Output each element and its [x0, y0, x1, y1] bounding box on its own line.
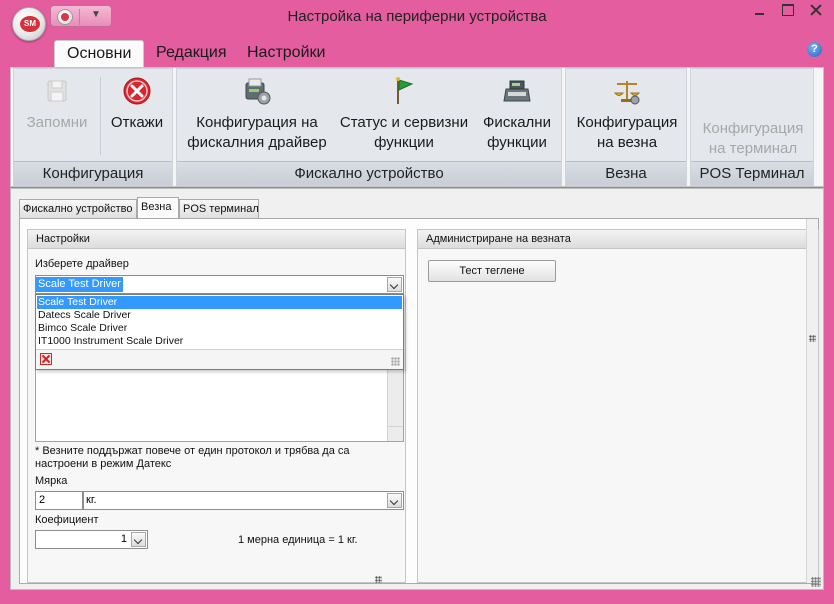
- group-configuration-label: Конфигурация: [14, 161, 172, 185]
- separator: [100, 77, 101, 155]
- fiscal-driver-config-label: Конфигурация на фискалния драйвер: [187, 114, 327, 151]
- tab-fiscal-device[interactable]: Фискално устройство: [19, 199, 137, 219]
- scale-tab-body: Настройки Изберете драйвер Scale Test Dr…: [19, 218, 819, 584]
- minimize-icon[interactable]: [754, 4, 766, 16]
- cancel-x-icon: [123, 77, 151, 105]
- status-service-button[interactable]: Статус и сервизни функции: [337, 75, 471, 153]
- driver-dropdown-list: Scale Test Driver Datecs Scale Driver Bi…: [35, 294, 404, 370]
- settings-panel: Настройки Изберете драйвер Scale Test Dr…: [27, 229, 406, 583]
- tab-scale[interactable]: Везна: [137, 197, 179, 219]
- content-area: Фискално устройство Везна POS терминал Н…: [10, 188, 824, 590]
- test-weighing-button[interactable]: Тест теглене: [428, 260, 556, 282]
- unit-equivalence-note: 1 мерна единица = 1 кг.: [238, 534, 358, 546]
- coefficient-value: 1: [120, 533, 127, 545]
- balance-scale-icon: [613, 81, 641, 105]
- green-flag-icon: [396, 77, 414, 104]
- fiscal-functions-button[interactable]: Фискални функции: [475, 75, 559, 153]
- measure-unit-select[interactable]: кг.: [83, 491, 404, 510]
- chevron-down-icon[interactable]: [131, 532, 146, 547]
- driver-label: Изберете драйвер: [35, 258, 129, 270]
- terminal-config-button[interactable]: Конфигурация на терминал: [695, 119, 811, 159]
- scale-config-button[interactable]: Конфигурация на везна: [570, 75, 684, 153]
- window-title: Настройка на периферни устройства: [287, 8, 547, 25]
- cash-register-icon: [503, 80, 531, 102]
- help-icon[interactable]: ?: [807, 42, 822, 57]
- tab-settings[interactable]: Настройки: [235, 40, 337, 68]
- chevron-down-icon[interactable]: [387, 493, 402, 508]
- coefficient-spin-button[interactable]: [131, 532, 146, 547]
- fiscal-functions-label: Фискални функции: [483, 114, 551, 151]
- group-configuration: Запомни Откажи Конфигурация: [13, 68, 173, 186]
- driver-select[interactable]: Scale Test Driver: [35, 275, 404, 294]
- content-scrollbar[interactable]: [806, 219, 818, 583]
- protocol-note: * Везните поддържат повече от един прото…: [35, 445, 350, 470]
- save-button[interactable]: Запомни: [20, 75, 94, 133]
- app-logo: SM: [20, 16, 40, 32]
- splitter-grip-icon[interactable]: [809, 335, 816, 342]
- scroll-down-icon[interactable]: [388, 426, 403, 441]
- measure-label: Мярка: [35, 475, 68, 487]
- scale-config-label: Конфигурация на везна: [576, 114, 678, 151]
- application-menu-button[interactable]: SM: [12, 7, 46, 41]
- driver-option[interactable]: Datecs Scale Driver: [37, 309, 402, 322]
- title-bar: SM ▼ Настройка на периферни устройства: [0, 0, 834, 41]
- measure-code-field[interactable]: 2: [35, 491, 83, 510]
- settings-panel-title: Настройки: [28, 230, 405, 249]
- coefficient-field[interactable]: 1: [35, 530, 148, 549]
- driver-select-value: Scale Test Driver: [36, 277, 123, 292]
- driver-option[interactable]: Scale Test Driver: [37, 296, 402, 309]
- tab-basic[interactable]: Основни: [54, 40, 145, 68]
- clear-selection-icon[interactable]: [40, 353, 52, 365]
- save-disk-icon: [47, 80, 67, 102]
- group-fiscal-device: Конфигурация на фискалния драйвер Статус…: [176, 68, 562, 186]
- window-resize-grip-icon[interactable]: [811, 577, 821, 587]
- group-scale: Конфигурация на везна Везна: [565, 68, 687, 186]
- tab-pos-terminal[interactable]: POS терминал: [179, 199, 259, 219]
- cancel-button[interactable]: Откажи: [104, 75, 170, 133]
- resize-grip-icon[interactable]: [391, 357, 400, 366]
- ribbon-tabs: Основни Редакция Настройки ?: [10, 38, 824, 68]
- group-scale-label: Везна: [566, 161, 686, 185]
- measure-unit-value: кг.: [86, 494, 97, 506]
- ribbon: Запомни Откажи Конфигурация Конфигурация…: [10, 67, 824, 187]
- save-label: Запомни: [26, 114, 88, 131]
- fiscal-printer-config-icon: [245, 78, 271, 105]
- group-pos-terminal-label: POS Терминал: [691, 161, 813, 185]
- close-window-icon[interactable]: [810, 4, 822, 16]
- main-window: SM ▼ Настройка на периферни устройства О…: [0, 0, 834, 604]
- tab-edit[interactable]: Редакция: [144, 40, 239, 68]
- maximize-icon[interactable]: [782, 4, 794, 16]
- terminal-config-label: Конфигурация на терминал: [702, 120, 804, 157]
- cancel-label: Откажи: [110, 114, 164, 131]
- chevron-down-icon[interactable]: [387, 277, 402, 292]
- group-fiscal-device-label: Фискално устройство: [177, 161, 561, 185]
- coefficient-label: Коефициент: [35, 514, 99, 526]
- driver-option[interactable]: IT1000 Instrument Scale Driver: [37, 335, 402, 348]
- status-service-label: Статус и сервизни функции: [339, 114, 469, 151]
- driver-option[interactable]: Bimco Scale Driver: [37, 322, 402, 335]
- bottom-splitter-grip-icon[interactable]: [375, 576, 382, 583]
- scale-admin-panel-title: Администриране на везната: [418, 230, 818, 249]
- fiscal-driver-config-button[interactable]: Конфигурация на фискалния драйвер: [181, 75, 333, 153]
- dropdown-footer: [36, 349, 403, 369]
- group-pos-terminal: Конфигурация на терминал POS Терминал: [690, 68, 814, 186]
- scale-admin-panel: Администриране на везната Тест теглене: [417, 229, 819, 583]
